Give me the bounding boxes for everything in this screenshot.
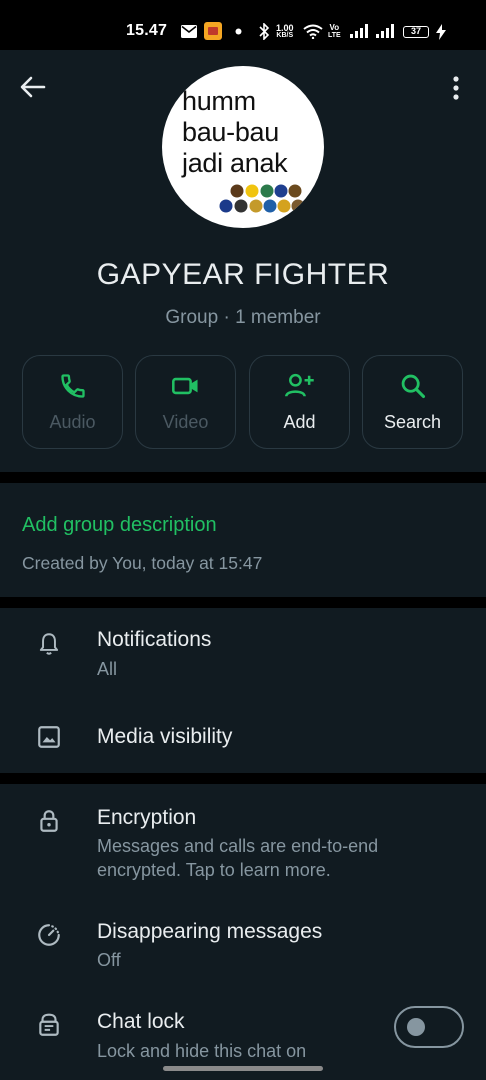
timer-icon [38,924,60,946]
add-group-description-link[interactable]: Add group description [22,514,217,537]
net-speed: 1.00 KB/S [276,23,294,40]
more-vertical-icon[interactable] [451,76,461,100]
app-notification-icon [204,22,222,40]
signal-icon [350,24,368,38]
home-indicator[interactable] [163,1066,323,1071]
encryption-title: Encryption [97,806,197,829]
bluetooth-icon [259,23,270,40]
group-name[interactable]: GAPYEAR FIGHTER [0,258,486,292]
search-icon [401,374,425,399]
encryption-description: Messages and calls are end-to-end encryp… [97,836,379,880]
group-meta: Group · 1 member [165,307,321,328]
signal-icon-2 [376,24,394,38]
notifications-value: All [97,659,118,679]
created-info: Created by You, today at 15:47 [22,553,263,573]
battery-indicator: 37 [403,26,429,38]
dot-icon [235,28,242,35]
bell-icon [39,633,59,655]
notifications-title: Notifications [97,628,212,651]
charging-icon [436,24,446,40]
wifi-icon [303,24,323,39]
description-panel [0,483,486,597]
video-label: Video [162,412,209,432]
disappearing-messages-title: Disappearing messages [97,920,323,943]
group-avatar[interactable]: humm bau-bau jadi anak [162,66,324,228]
add-person-icon [284,373,314,397]
lock-icon [40,810,58,832]
search-label: Search [383,412,442,432]
disappearing-messages-value: Off [97,950,121,970]
add-member-button[interactable]: Add [249,355,350,449]
avatar-caption: humm bau-bau jadi anak [182,86,288,178]
arrow-left-icon[interactable] [20,76,46,98]
image-icon [38,726,60,748]
audio-label: Audio [49,412,96,432]
video-camera-icon [171,377,198,395]
toggle-knob [407,1018,425,1036]
media-visibility-title: Media visibility [97,725,233,748]
search-button[interactable]: Search [362,355,463,449]
mail-icon [181,25,197,38]
chat-lock-title: Chat lock [97,1010,185,1033]
university-logos [219,184,305,213]
audio-call-button[interactable]: Audio [22,355,123,449]
chat-lock-icon [39,1013,59,1036]
add-label: Add [283,412,316,432]
volte-indicator: Vo LTE [328,23,341,40]
video-call-button[interactable]: Video [135,355,236,449]
chat-lock-toggle[interactable] [394,1006,464,1048]
chat-lock-description: Lock and hide this chat on [97,1041,307,1061]
notifications-row[interactable] [0,616,486,696]
status-bar [0,0,486,50]
status-time: 15.47 [126,22,168,39]
media-visibility-row[interactable] [0,706,486,768]
phone-icon [60,374,85,398]
